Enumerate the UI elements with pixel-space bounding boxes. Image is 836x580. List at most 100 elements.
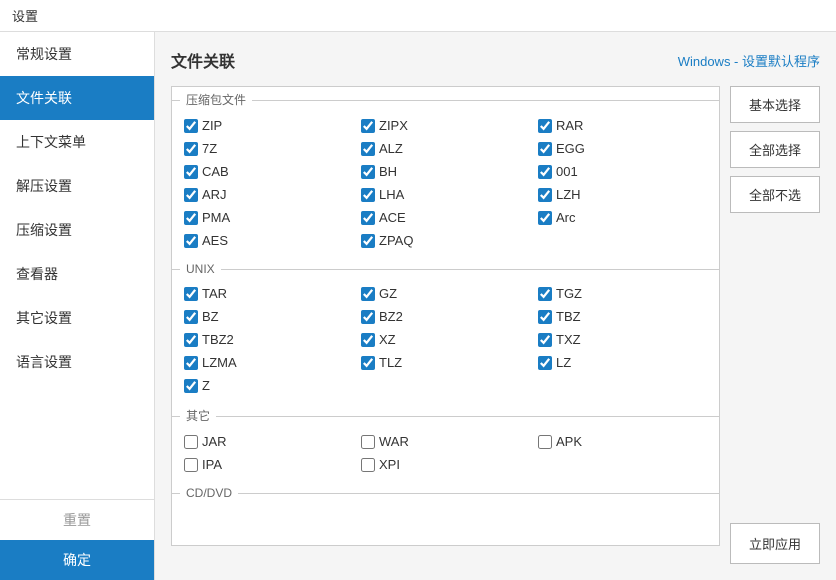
checkbox-item-lz[interactable]: LZ — [534, 353, 711, 372]
checkbox-7z[interactable] — [184, 142, 198, 156]
checkbox-gz[interactable] — [361, 287, 375, 301]
checkbox-egg[interactable] — [538, 142, 552, 156]
checkbox-item-xz[interactable]: XZ — [357, 330, 534, 349]
checkbox-item-rar[interactable]: RAR — [534, 116, 711, 135]
checkbox-arj[interactable] — [184, 188, 198, 202]
checkbox-aes[interactable] — [184, 234, 198, 248]
checkbox-item-alz[interactable]: ALZ — [357, 139, 534, 158]
checkbox-item-7z[interactable]: 7Z — [180, 139, 357, 158]
checkbox-label-arj: ARJ — [202, 187, 227, 202]
basic-select-button[interactable]: 基本选择 — [730, 86, 820, 123]
apply-now-button[interactable]: 立即应用 — [730, 523, 820, 564]
checkbox-item-lha[interactable]: LHA — [357, 185, 534, 204]
section-header-compressed: 压缩包文件 — [172, 87, 719, 112]
checkbox-item-txz[interactable]: TXZ — [534, 330, 711, 349]
checkbox-bh[interactable] — [361, 165, 375, 179]
checkbox-bz2[interactable] — [361, 310, 375, 324]
checkbox-alz[interactable] — [361, 142, 375, 156]
checkbox-item-war[interactable]: WAR — [357, 432, 534, 451]
checkbox-bz[interactable] — [184, 310, 198, 324]
windows-link[interactable]: Windows - 设置默认程序 — [678, 51, 820, 70]
checkbox-lzma[interactable] — [184, 356, 198, 370]
checkbox-item-jar[interactable]: JAR — [180, 432, 357, 451]
checkbox-war[interactable] — [361, 435, 375, 449]
checkbox-grid-other: JARWARAPK IPA XPI — [172, 428, 719, 482]
checkbox-item-arc[interactable]: Arc — [534, 208, 711, 227]
checkbox-arc[interactable] — [538, 211, 552, 225]
select-all-button[interactable]: 全部选择 — [730, 131, 820, 168]
sidebar-item-context-menu[interactable]: 上下文菜单 — [0, 120, 154, 164]
checkbox-item-tgz[interactable]: TGZ — [534, 284, 711, 303]
sidebar-item-viewer[interactable]: 查看器 — [0, 252, 154, 296]
sidebar-bottom: 重置 确定 — [0, 499, 154, 580]
checkbox-label-zpaq: ZPAQ — [379, 233, 413, 248]
checkbox-001[interactable] — [538, 165, 552, 179]
reset-button[interactable]: 重置 — [0, 500, 154, 540]
checkbox-label-ipa: IPA — [202, 457, 222, 472]
checkbox-item-zip[interactable]: ZIP — [180, 116, 357, 135]
checkbox-ipa[interactable] — [184, 458, 198, 472]
checkbox-xz[interactable] — [361, 333, 375, 347]
checkbox-item-aes[interactable]: AES — [180, 231, 357, 250]
checkbox-item-lzh[interactable]: LZH — [534, 185, 711, 204]
checkbox-item-tbz[interactable]: TBZ — [534, 307, 711, 326]
checkbox-zpaq[interactable] — [361, 234, 375, 248]
checkbox-item-arj[interactable]: ARJ — [180, 185, 357, 204]
checkbox-ace[interactable] — [361, 211, 375, 225]
checkbox-zip[interactable] — [184, 119, 198, 133]
checkbox-xpi[interactable] — [361, 458, 375, 472]
checkbox-item-cab[interactable]: CAB — [180, 162, 357, 181]
checkbox-item-pma[interactable]: PMA — [180, 208, 357, 227]
checkbox-pma[interactable] — [184, 211, 198, 225]
checkbox-lz[interactable] — [538, 356, 552, 370]
window-title: 设置 — [12, 6, 38, 25]
checkbox-txz[interactable] — [538, 333, 552, 347]
checkbox-item-ipa[interactable]: IPA — [180, 455, 357, 474]
checkbox-lha[interactable] — [361, 188, 375, 202]
checkbox-item-apk[interactable]: APK — [534, 432, 711, 451]
checkbox-label-zipx: ZIPX — [379, 118, 408, 133]
checkbox-zipx[interactable] — [361, 119, 375, 133]
checkbox-item-zpaq[interactable]: ZPAQ — [357, 231, 534, 250]
section-header-unix: UNIX — [172, 258, 719, 280]
confirm-button[interactable]: 确定 — [0, 540, 154, 580]
checkbox-item-bz2[interactable]: BZ2 — [357, 307, 534, 326]
checkbox-label-ace: ACE — [379, 210, 406, 225]
checkbox-item-z[interactable]: Z — [180, 376, 357, 395]
checkbox-label-lz: LZ — [556, 355, 571, 370]
checkbox-cab[interactable] — [184, 165, 198, 179]
sidebar-item-language[interactable]: 语言设置 — [0, 340, 154, 384]
checkbox-item-tar[interactable]: TAR — [180, 284, 357, 303]
checkbox-tgz[interactable] — [538, 287, 552, 301]
deselect-all-button[interactable]: 全部不选 — [730, 176, 820, 213]
sidebar-item-extract[interactable]: 解压设置 — [0, 164, 154, 208]
checkbox-item-egg[interactable]: EGG — [534, 139, 711, 158]
sidebar-item-general[interactable]: 常规设置 — [0, 32, 154, 76]
checkbox-item-xpi[interactable]: XPI — [357, 455, 534, 474]
checkbox-tbz[interactable] — [538, 310, 552, 324]
checkbox-item-001[interactable]: 001 — [534, 162, 711, 181]
sidebar-item-other[interactable]: 其它设置 — [0, 296, 154, 340]
checkbox-lzh[interactable] — [538, 188, 552, 202]
checkbox-item-tlz[interactable]: TLZ — [357, 353, 534, 372]
sidebar-item-file-assoc[interactable]: 文件关联 — [0, 76, 154, 120]
checkbox-apk[interactable] — [538, 435, 552, 449]
checkbox-item-gz[interactable]: GZ — [357, 284, 534, 303]
checkbox-z[interactable] — [184, 379, 198, 393]
sidebar-item-compress[interactable]: 压缩设置 — [0, 208, 154, 252]
checkbox-label-tbz2: TBZ2 — [202, 332, 234, 347]
checkbox-item-lzma[interactable]: LZMA — [180, 353, 357, 372]
checkbox-item-zipx[interactable]: ZIPX — [357, 116, 534, 135]
checkbox-item-ace[interactable]: ACE — [357, 208, 534, 227]
checkbox-tbz2[interactable] — [184, 333, 198, 347]
checkbox-tlz[interactable] — [361, 356, 375, 370]
checkbox-item-bh[interactable]: BH — [357, 162, 534, 181]
checkbox-jar[interactable] — [184, 435, 198, 449]
file-list-container[interactable]: 压缩包文件 ZIP ZIPX RAR 7ZALZEGG CABBH 001 ARJ LHALZH… — [171, 86, 720, 546]
section-header-cddvd: CD/DVD — [172, 482, 719, 504]
checkbox-item-tbz2[interactable]: TBZ2 — [180, 330, 357, 349]
checkbox-label-001: 001 — [556, 164, 578, 179]
checkbox-item-bz[interactable]: BZ — [180, 307, 357, 326]
checkbox-tar[interactable] — [184, 287, 198, 301]
checkbox-rar[interactable] — [538, 119, 552, 133]
